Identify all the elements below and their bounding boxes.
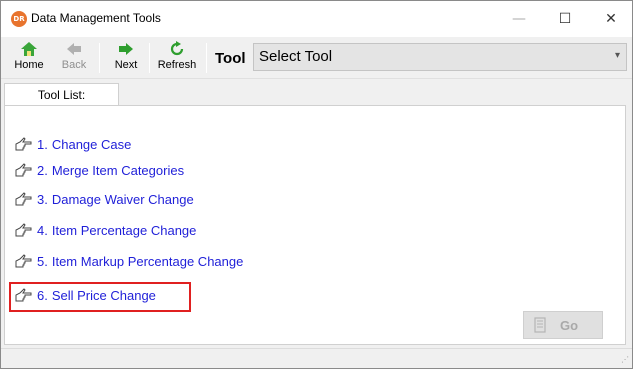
tool-item-label: Merge Item Categories [51, 163, 185, 178]
tool-item-change-case[interactable]: 1. Change Case [15, 137, 131, 155]
go-button[interactable]: Go [523, 311, 603, 339]
refresh-label: Refresh [157, 59, 197, 71]
toolbar-separator [99, 43, 100, 73]
back-label: Back [61, 59, 87, 71]
next-button[interactable]: Next [111, 41, 141, 75]
tool-item-damage-waiver-change[interactable]: 3. Damage Waiver Change [15, 192, 194, 210]
pointing-hand-icon [15, 163, 32, 177]
go-icon [534, 317, 546, 333]
tool-item-label: Damage Waiver Change [51, 192, 194, 207]
close-button[interactable]: ✕ [588, 1, 633, 37]
tool-item-label: Item Percentage Change [51, 223, 197, 238]
go-label: Go [560, 318, 579, 333]
tool-select-value: Select Tool [259, 48, 333, 65]
pointing-hand-icon [15, 223, 32, 237]
toolbar-separator [206, 43, 207, 73]
tab-tool-list[interactable]: Tool List: [4, 83, 119, 106]
maximize-button[interactable]: ☐ [542, 1, 588, 37]
home-button[interactable]: Home [11, 41, 47, 75]
tool-list-panel: 1. Change Case 2. Merge Item Categories 3.… [4, 105, 626, 345]
tool-item-label: Change Case [51, 137, 132, 152]
tool-item-item-markup-percentage-change[interactable]: 5. Item Markup Percentage Change [15, 254, 243, 272]
resize-grip-icon[interactable]: ⋰ [619, 355, 629, 365]
toolbar-separator [149, 43, 150, 73]
selected-tool-highlight [9, 282, 191, 312]
back-button[interactable]: Back [59, 41, 89, 75]
tool-item-number: 2. [37, 163, 48, 178]
pointing-hand-icon [15, 137, 32, 151]
status-bar: ⋰ [1, 348, 632, 368]
refresh-icon [170, 41, 184, 56]
home-icon [21, 42, 37, 56]
tool-item-item-percentage-change[interactable]: 4. Item Percentage Change [15, 223, 196, 241]
pointing-hand-icon [15, 254, 32, 268]
tool-select[interactable]: Select Tool ▾ [253, 43, 627, 71]
toolbar: Home Back Next Refresh Tool Select Tool [1, 37, 632, 79]
tool-item-number: 1. [37, 137, 48, 152]
tool-item-number: 5. [37, 254, 48, 269]
next-arrow-icon [119, 43, 133, 55]
next-label: Next [114, 59, 138, 71]
pointing-hand-icon [15, 192, 32, 206]
chevron-down-icon: ▾ [614, 50, 620, 61]
title-bar[interactable]: DR Data Management Tools — ☐ ✕ [1, 1, 632, 37]
data-management-tools-window: DR Data Management Tools — ☐ ✕ Home Back… [0, 0, 633, 369]
tool-label: Tool [215, 50, 246, 67]
tool-item-number: 3. [37, 192, 48, 207]
window-title: Data Management Tools [31, 11, 161, 25]
minimize-button[interactable]: — [496, 1, 542, 37]
tool-item-number: 4. [37, 223, 48, 238]
app-logo-icon: DR [11, 11, 27, 27]
refresh-button[interactable]: Refresh [155, 41, 199, 75]
back-arrow-icon [67, 43, 81, 55]
tool-item-merge-item-categories[interactable]: 2. Merge Item Categories [15, 163, 184, 181]
home-label: Home [14, 59, 44, 71]
tool-item-label: Item Markup Percentage Change [51, 254, 244, 269]
